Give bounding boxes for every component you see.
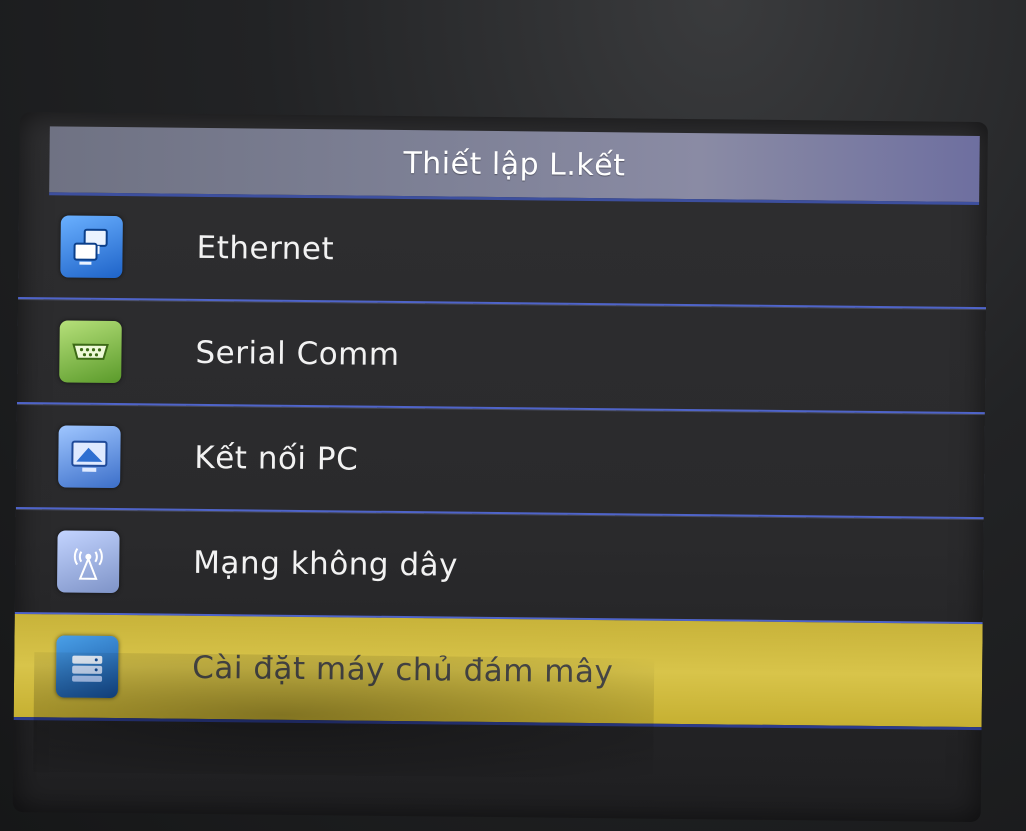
menu-item-cloud-server[interactable]: Cài đặt máy chủ đám mây <box>13 613 983 731</box>
menu-item-label: Ethernet <box>196 229 335 267</box>
wireless-antenna-icon <box>56 529 120 593</box>
title-bar: Thiết lập L.kết <box>49 126 980 206</box>
menu-item-pc-connection[interactable]: Kết nối PC <box>15 403 985 520</box>
settings-menu: Ethernet Serial Comm Kết nối PC Mạng khô… <box>13 193 988 731</box>
pc-connection-icon <box>58 424 121 488</box>
cloud-server-icon <box>55 634 119 698</box>
serial-port-icon <box>59 319 122 383</box>
menu-item-ethernet[interactable]: Ethernet <box>18 193 988 310</box>
menu-item-label: Mạng không dây <box>193 544 459 584</box>
device-screen: Thiết lập L.kết Ethernet Serial Comm Kết… <box>12 112 988 823</box>
page-title: Thiết lập L.kết <box>403 145 626 183</box>
menu-item-serial-comm[interactable]: Serial Comm <box>16 298 986 415</box>
network-computers-icon <box>60 214 123 278</box>
menu-item-label: Kết nối PC <box>194 439 359 478</box>
menu-item-label: Serial Comm <box>195 334 400 373</box>
menu-item-wireless[interactable]: Mạng không dây <box>14 508 984 625</box>
menu-item-label: Cài đặt máy chủ đám mây <box>192 649 614 690</box>
